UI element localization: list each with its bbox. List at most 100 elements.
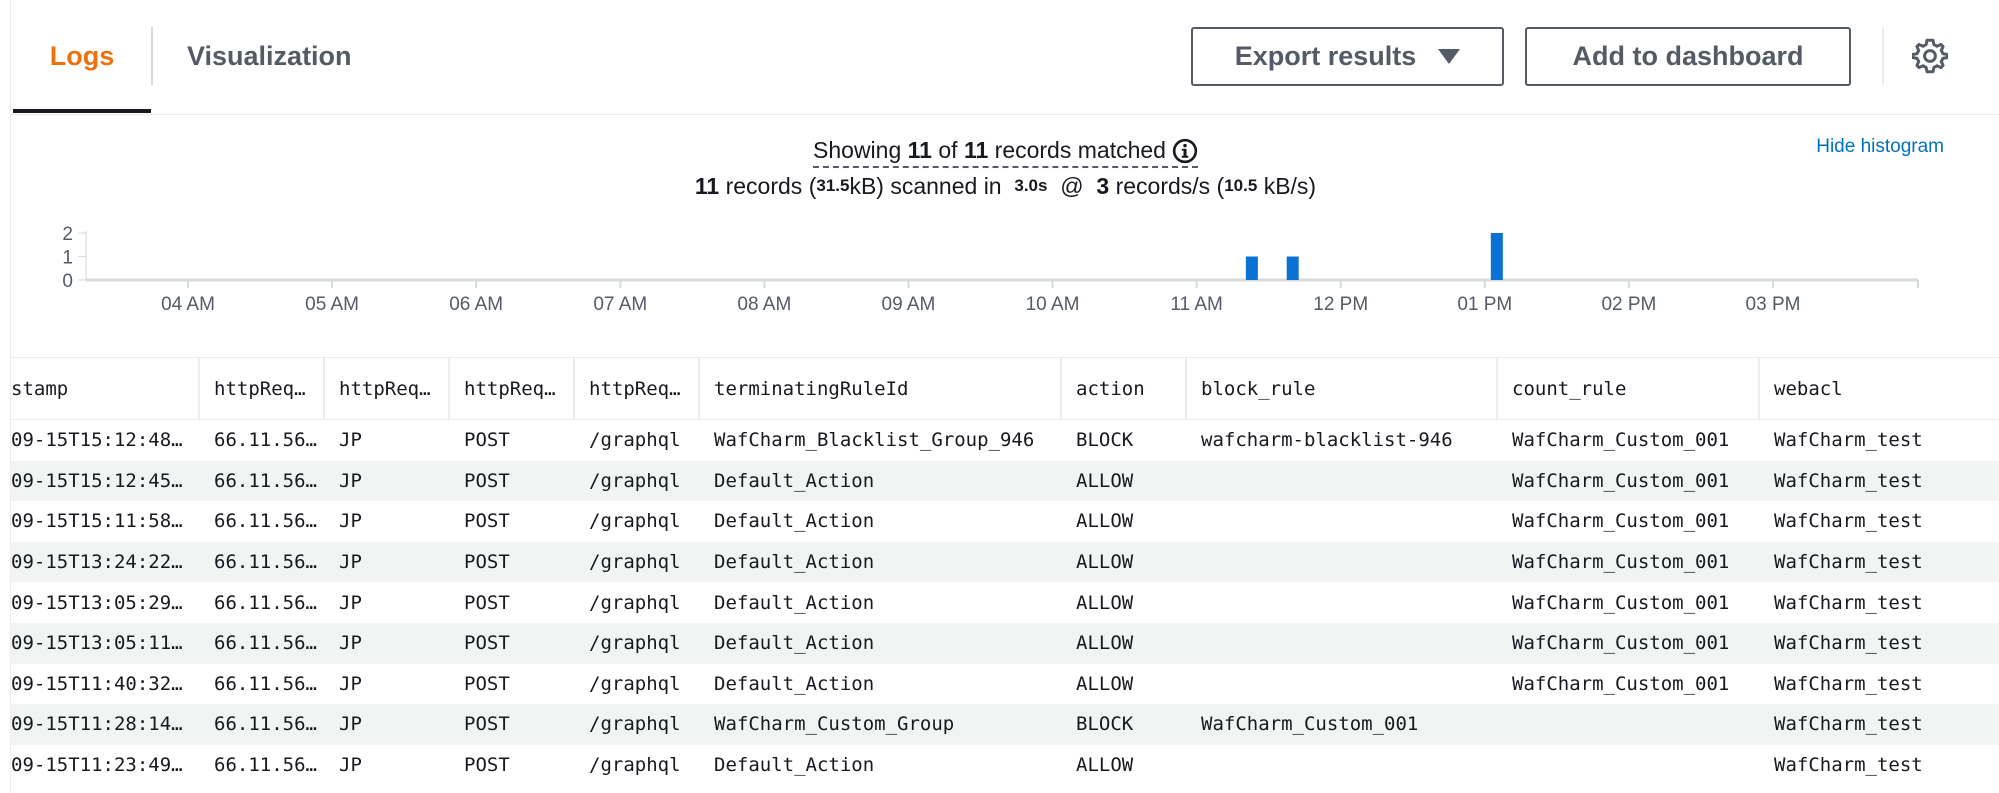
column-header[interactable]: block_rule — [1185, 358, 1496, 420]
tab-visualization[interactable]: Visualization — [153, 0, 388, 113]
table-cell: POST — [464, 469, 510, 492]
table-cell: WafCharm_test — [1774, 591, 1923, 614]
x-tick-label: 10 AM — [1026, 294, 1080, 315]
table-cell: /graphql — [589, 713, 681, 736]
table-cell: /graphql — [589, 510, 681, 533]
histogram-section: Showing 11 of 11 records matched 11 reco… — [11, 115, 1999, 358]
table-row[interactable]: 09-15T11:23:49… 66.11.56… JP POST/graphql De… — [11, 745, 1999, 786]
table-cell: JP — [339, 551, 362, 574]
hide-histogram-link[interactable]: Hide histogram — [1816, 136, 1944, 158]
table-cell — [1201, 623, 1496, 664]
records-matched-summary: Showing 11 of 11 records matched — [11, 137, 1999, 168]
column-header[interactable]: count_rule — [1496, 358, 1758, 420]
add-to-dashboard-button[interactable]: Add to dashboard — [1525, 27, 1851, 86]
table-cell: Default_Action — [714, 551, 875, 574]
table-cell — [1512, 745, 1758, 786]
table-cell: POST — [464, 754, 510, 777]
table-row[interactable]: 09-15T13:24:22… 66.11.56… JP POST/graphql De… — [11, 541, 1999, 583]
table-cell — [1201, 501, 1496, 542]
table-cell: 66.11.56… — [214, 754, 317, 777]
table-cell — [1512, 704, 1758, 745]
table-cell: 66.11.56… — [214, 469, 317, 492]
table-cell: Default_Action — [714, 591, 875, 614]
y-tick-label: 1 — [62, 248, 73, 269]
y-tick-label: 2 — [62, 224, 73, 245]
table-cell: wafcharm-blacklist-946 — [1201, 429, 1453, 452]
table-cell: JP — [339, 713, 362, 736]
table-cell: WafCharm_test — [1774, 469, 1923, 492]
logs-insights-results-panel: Logs Visualization Export results Add to… — [10, 0, 1999, 793]
export-results-button[interactable]: Export results — [1191, 27, 1504, 86]
table-cell: ALLOW — [1076, 469, 1134, 492]
table-cell: Default_Action — [714, 754, 875, 777]
table-cell: 09-15T15:12:45… — [11, 469, 183, 492]
table-cell: POST — [464, 672, 510, 695]
table-cell: WafCharm_Custom_001 — [1201, 713, 1419, 736]
table-row[interactable]: 09-15T13:05:29… 66.11.56… JP POST/graphql De… — [11, 582, 1999, 623]
table-cell: 09-15T11:28:14… — [11, 713, 183, 736]
table-row[interactable]: 09-15T15:11:58… 66.11.56… JP POST/graphql De… — [11, 501, 1999, 542]
table-cell: 66.11.56… — [214, 632, 317, 655]
x-tick-label: 12 PM — [1313, 294, 1368, 315]
table-body: 09-15T15:12:48… 66.11.56… JP POST/graphql Wa… — [11, 420, 1999, 785]
column-header[interactable]: httpReq… — [573, 358, 698, 420]
results-toolbar: Logs Visualization Export results Add to… — [11, 0, 1999, 115]
table-cell: WafCharm_Custom_001 — [1512, 672, 1730, 695]
results-table: stamp httpReq… httpReq… httpReq… httpReq… ter… — [11, 358, 1999, 785]
table-cell: JP — [339, 469, 362, 492]
table-cell: ALLOW — [1076, 672, 1134, 695]
x-tick-label: 08 AM — [737, 294, 791, 315]
column-header[interactable]: httpReq… — [448, 358, 573, 420]
table-cell — [1201, 542, 1496, 583]
table-cell: WafCharm_test — [1774, 632, 1923, 655]
table-cell — [1201, 582, 1496, 623]
column-header[interactable]: terminatingRuleId — [698, 358, 1060, 420]
x-tick-label: 09 AM — [882, 294, 936, 315]
export-results-label: Export results — [1234, 41, 1417, 71]
table-cell: BLOCK — [1076, 429, 1134, 452]
column-header[interactable]: stamp — [11, 358, 198, 420]
table-cell: /graphql — [589, 551, 681, 574]
table-row[interactable]: 09-15T11:28:14… 66.11.56… JP POST/graphql Wa… — [11, 704, 1999, 745]
histogram-bar[interactable] — [1490, 233, 1503, 280]
tab-logs[interactable]: Logs — [13, 0, 151, 113]
table-cell: /graphql — [589, 754, 681, 777]
caret-down-icon — [1438, 49, 1461, 64]
table-cell: 09-15T13:24:22… — [11, 551, 183, 574]
table-cell: POST — [464, 429, 510, 452]
column-header[interactable]: httpReq… — [323, 358, 448, 420]
table-cell: WafCharm_Custom_Group — [714, 713, 955, 736]
table-cell: WafCharm_test — [1774, 510, 1923, 533]
table-cell: 66.11.56… — [214, 672, 317, 695]
column-header[interactable]: webacl — [1758, 358, 1999, 420]
table-cell: JP — [339, 429, 362, 452]
table-cell: POST — [464, 632, 510, 655]
table-cell: 09-15T13:05:11… — [11, 632, 183, 655]
table-cell: 09-15T15:12:48… — [11, 429, 183, 452]
table-cell: WafCharm_test — [1774, 429, 1923, 452]
table-cell: ALLOW — [1076, 551, 1134, 574]
table-cell: /graphql — [589, 632, 681, 655]
x-tick-label: 07 AM — [593, 294, 647, 315]
table-cell: POST — [464, 551, 510, 574]
table-cell: POST — [464, 713, 510, 736]
table-cell: WafCharm_test — [1774, 672, 1923, 695]
table-cell: WafCharm_Custom_001 — [1512, 551, 1730, 574]
gear-icon[interactable] — [1912, 38, 1948, 74]
table-cell — [1201, 664, 1496, 705]
histogram-bar[interactable] — [1245, 256, 1258, 281]
table-cell: Default_Action — [714, 510, 875, 533]
table-row[interactable]: 09-15T15:12:45… 66.11.56… JP POST/graphql De… — [11, 460, 1999, 502]
table-row[interactable]: 09-15T11:40:32… 66.11.56… JP POST/graphql De… — [11, 664, 1999, 705]
table-cell: Default_Action — [714, 672, 875, 695]
info-icon[interactable] — [1172, 138, 1198, 164]
x-tick-label: 11 AM — [1170, 294, 1222, 315]
table-cell: JP — [339, 632, 362, 655]
toolbar-divider — [1882, 27, 1884, 85]
table-cell: WafCharm_test — [1774, 754, 1923, 777]
column-header[interactable]: httpReq… — [198, 358, 323, 420]
histogram-bar[interactable] — [1286, 256, 1299, 281]
column-header[interactable]: action — [1060, 358, 1185, 420]
table-row[interactable]: 09-15T13:05:11… 66.11.56… JP POST/graphql De… — [11, 622, 1999, 664]
table-row[interactable]: 09-15T15:12:48… 66.11.56… JP POST/graphql Wa… — [11, 420, 1999, 461]
